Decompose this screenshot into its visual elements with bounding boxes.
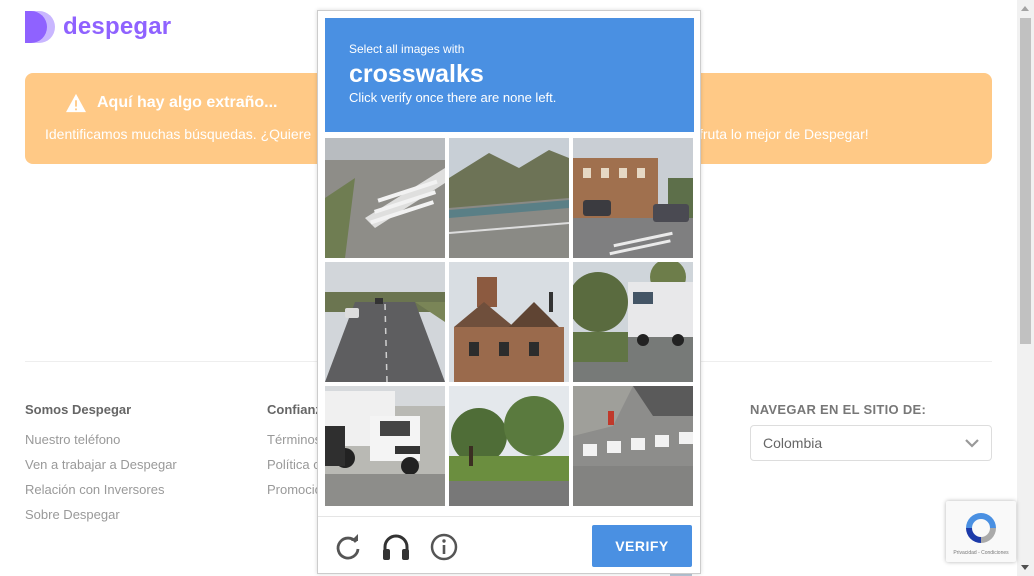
captcha-tile-4[interactable] [325,262,445,382]
banner-message-tail: fruta lo mejor de Despegar! [699,126,869,142]
despegar-logo-icon [25,11,55,43]
captcha-tile-8[interactable] [449,386,569,506]
footer-link-trabajar[interactable]: Ven a trabajar a Despegar [25,452,177,477]
footer-link-terminos[interactable]: Términos [267,427,322,452]
country-select[interactable]: Colombia [750,425,992,461]
captcha-instruction: Select all images with [349,42,465,56]
footer-link-inversores[interactable]: Relación con Inversores [25,477,177,502]
country-select-value: Colombia [763,435,823,451]
captcha-challenge: Select all images with crosswalks Click … [317,10,701,574]
scroll-thumb[interactable] [1020,18,1031,344]
banner-message-start: Identificamos muchas búsquedas. ¿Quiere [45,126,312,142]
tile-image [449,386,569,506]
captcha-image-grid [325,138,694,508]
tile-image [449,138,569,258]
captcha-subinstruction: Click verify once there are none left. [349,90,557,105]
page-scrollbar[interactable] [1017,0,1034,576]
verify-button[interactable]: VERIFY [592,525,692,567]
scroll-up-arrow-icon[interactable] [1021,6,1029,11]
footer-link-promociones[interactable]: Promocio [267,477,322,502]
tile-image [573,386,693,506]
tile-image [325,138,445,258]
chevron-down-icon [965,439,979,448]
site-logo[interactable]: despegar [25,11,171,43]
logo-text: despegar [63,13,172,40]
recaptcha-badge[interactable]: Privacidad - Condiciones [946,501,1016,562]
captcha-tile-5[interactable] [449,262,569,382]
headphones-icon[interactable] [381,532,411,562]
tile-image [449,262,569,382]
captcha-footer-divider [318,516,700,517]
banner-title: Aquí hay algo extraño... [97,94,278,111]
tile-image [573,262,693,382]
captcha-tile-7[interactable] [325,386,445,506]
footer-heading: Confianz [267,402,322,417]
info-icon[interactable] [429,532,459,562]
tile-image [325,386,445,506]
footer-column-confianza: Confianz Términos Política c Promocio [267,402,322,502]
captcha-tile-1[interactable] [325,138,445,258]
recaptcha-badge-text[interactable]: Privacidad - Condiciones [946,550,1016,556]
captcha-tile-2[interactable] [449,138,569,258]
captcha-tile-9[interactable] [573,386,693,506]
captcha-target: crosswalks [349,60,484,88]
reload-icon[interactable] [333,532,363,562]
recaptcha-logo-icon [966,513,996,543]
footer-link-telefono[interactable]: Nuestro teléfono [25,427,177,452]
footer-link-sobre[interactable]: Sobre Despegar [25,502,177,527]
footer-heading: Somos Despegar [25,402,132,417]
warning-icon [66,93,86,113]
captcha-tile-3[interactable] [573,138,693,258]
navigate-site-heading: NAVEGAR EN EL SITIO DE: [750,402,927,417]
scroll-down-arrow-icon[interactable] [1021,565,1029,570]
tile-image [325,262,445,382]
tile-image [573,138,693,258]
captcha-prompt: Select all images with crosswalks Click … [325,18,694,132]
footer-column-somos: Somos Despegar Nuestro teléfono Ven a tr… [25,402,177,527]
footer-link-politica[interactable]: Política c [267,452,322,477]
captcha-tile-6[interactable] [573,262,693,382]
navigate-site-section: NAVEGAR EN EL SITIO DE: Colombia [750,402,992,461]
